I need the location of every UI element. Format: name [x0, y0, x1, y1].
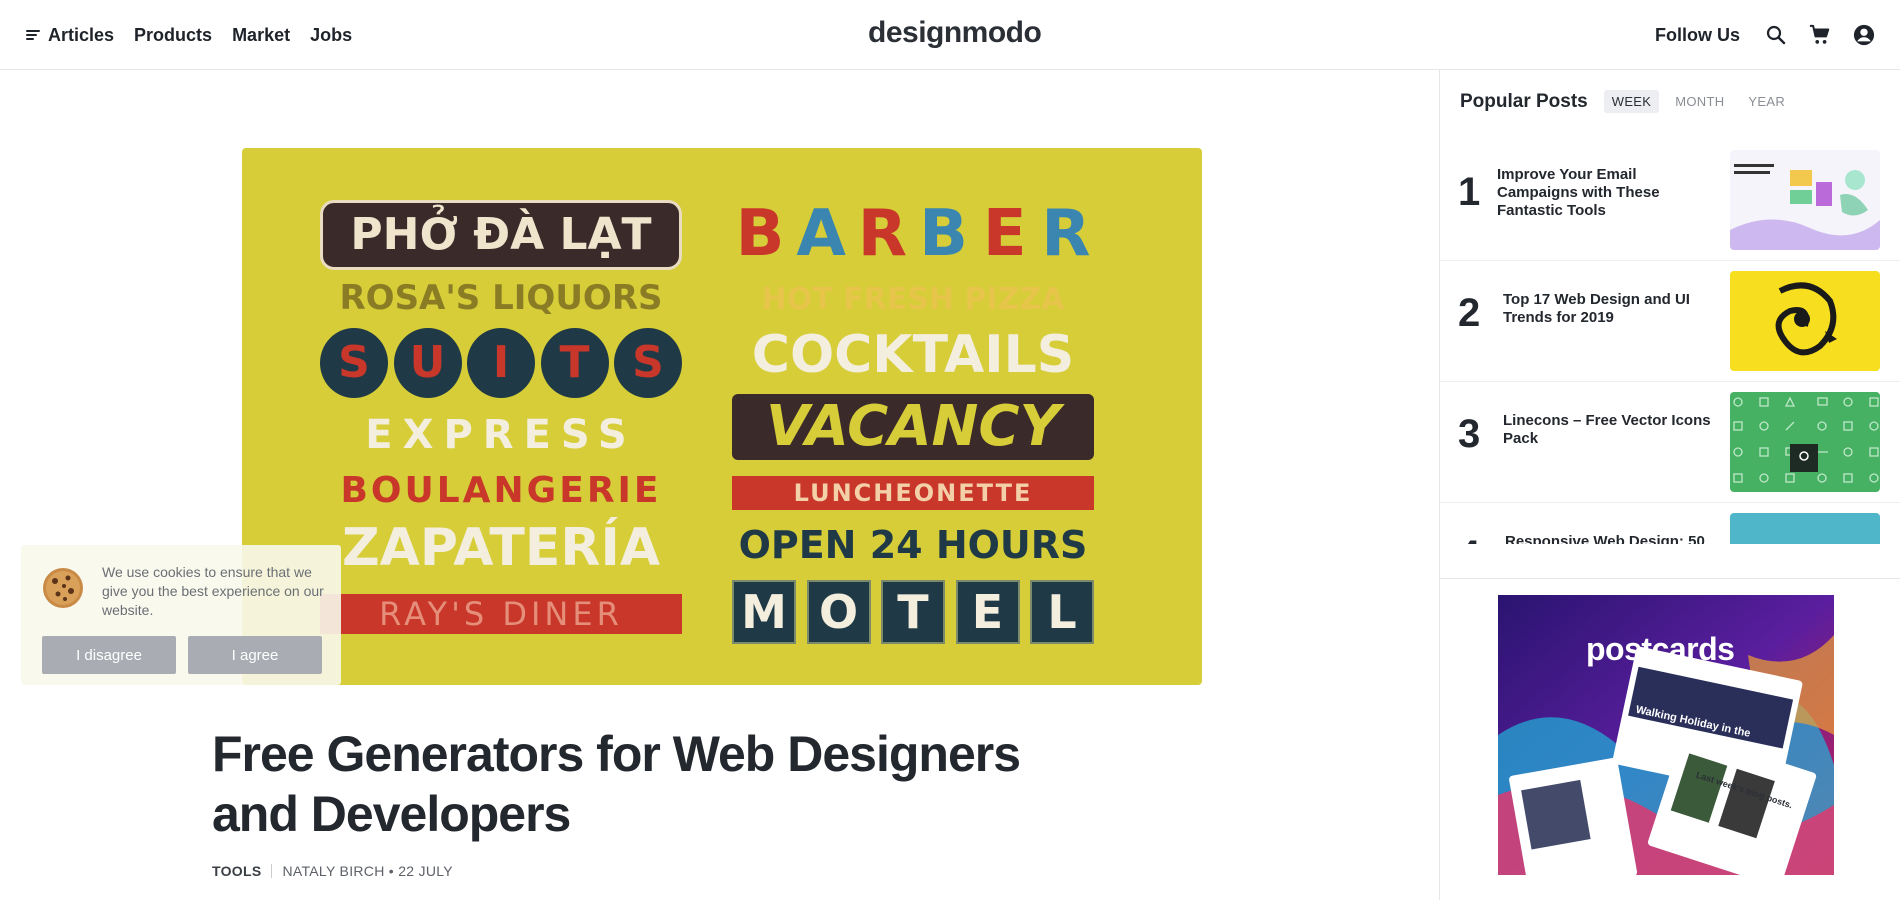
main-nav: Articles Products Market Jobs	[26, 0, 352, 70]
tab-week[interactable]: WEEK	[1603, 90, 1660, 113]
cookie-icon	[42, 567, 84, 609]
barber-letter: R	[1041, 197, 1091, 271]
barber-letter: R	[857, 197, 908, 271]
motel-letter: E	[955, 580, 1020, 644]
sign-barber: B A R B E R	[732, 196, 1094, 272]
sidebar: Popular Posts WEEK MONTH YEAR 1 Improve …	[1439, 70, 1900, 900]
sign-open-24-hours: OPEN 24 HOURS	[738, 523, 1088, 567]
article-title[interactable]: Free Generators for Web Designers and De…	[212, 724, 1112, 844]
ad-brand: postcards	[1586, 631, 1735, 667]
postcards-ad[interactable]: postcards Walking Holiday in the Basque …	[1498, 595, 1834, 875]
cookie-message: We use cookies to ensure that we give yo…	[102, 564, 324, 618]
post-title[interactable]: Responsive Web Design: 50	[1505, 533, 1715, 544]
motel-letter: T	[881, 580, 945, 644]
list-item[interactable]: 4 Responsive Web Design: 50	[1440, 503, 1900, 544]
nav-market-label: Market	[232, 24, 291, 45]
sign-pho-da-lat: PHỞ ĐÀ LẠT	[320, 200, 682, 270]
nav-products-label: Products	[134, 24, 213, 45]
article-category[interactable]: TOOLS	[212, 863, 261, 879]
sign-express: EXPRESS	[365, 412, 637, 458]
nav-jobs[interactable]: Jobs	[310, 25, 352, 46]
motel-letter: M	[732, 580, 796, 644]
motel-letter: O	[806, 580, 871, 644]
suits-letter: I	[467, 328, 535, 398]
nav-products[interactable]: Products	[134, 25, 212, 46]
barber-letter: B	[735, 197, 785, 271]
suits-letter: S	[614, 328, 682, 398]
sidebar-divider	[1440, 578, 1900, 579]
sign-cocktails: COCKTAILS	[751, 325, 1075, 385]
popular-posts-title: Popular Posts	[1460, 90, 1588, 112]
sign-hot-fresh-pizza: HOT FRESH PIZZA	[761, 282, 1065, 317]
header-actions: Follow Us	[1655, 0, 1876, 70]
article-byline: NATALY BIRCH • 22 JULY	[282, 863, 453, 879]
post-rank: 1	[1458, 170, 1481, 214]
site-logo[interactable]: designmodo	[868, 16, 1042, 50]
tab-month[interactable]: MONTH	[1667, 90, 1732, 113]
post-rank: 4	[1458, 533, 1480, 544]
sign-motel: M O T E L	[732, 580, 1094, 644]
suits-letter: S	[320, 328, 388, 398]
sign-boulangerie: BOULANGERIE	[340, 470, 662, 511]
nav-jobs-label: Jobs	[310, 24, 353, 45]
tab-year[interactable]: YEAR	[1740, 90, 1793, 113]
sign-luncheonette: LUNCHEONETTE	[732, 476, 1094, 510]
sign-zapateria: ZAPATERÍA	[341, 518, 661, 578]
suits-letter: U	[393, 328, 462, 398]
post-thumbnail[interactable]	[1730, 150, 1880, 250]
motel-letter: L	[1030, 580, 1094, 644]
list-item[interactable]: 1 Improve Your Email Campaigns with Thes…	[1440, 140, 1900, 261]
sign-rosas-liquors: ROSA'S LIQUORS	[339, 278, 663, 318]
post-thumbnail[interactable]	[1730, 392, 1880, 492]
nav-articles[interactable]: Articles	[26, 25, 114, 46]
suits-letter: T	[540, 328, 609, 398]
cookie-agree-button[interactable]: I agree	[188, 636, 322, 674]
barber-letter: B	[919, 197, 968, 271]
post-thumbnail[interactable]	[1730, 513, 1880, 544]
article-meta: TOOLS NATALY BIRCH • 22 JULY	[212, 863, 453, 879]
post-title[interactable]: Top 17 Web Design and UI Trends for 2019	[1503, 291, 1713, 327]
nav-market[interactable]: Market	[232, 25, 290, 46]
popular-posts-header: Popular Posts WEEK MONTH YEAR	[1460, 90, 1793, 113]
post-rank: 3	[1458, 412, 1481, 456]
menu-icon	[26, 30, 40, 40]
nav-articles-label: Articles	[48, 24, 115, 45]
barber-letter: A	[796, 197, 846, 271]
list-item[interactable]: 3 Linecons – Free Vector Icons Pack	[1440, 382, 1900, 503]
search-icon[interactable]	[1764, 23, 1788, 47]
top-header: Articles Products Market Jobs designmodo…	[0, 0, 1900, 70]
cookie-disagree-button[interactable]: I disagree	[42, 636, 176, 674]
barber-letter: E	[982, 197, 1027, 271]
post-rank: 2	[1458, 291, 1481, 335]
sign-rays-diner: RAY'S DINER	[320, 594, 682, 634]
cookie-banner: We use cookies to ensure that we give yo…	[21, 545, 341, 685]
hero-image[interactable]: PHỞ ĐÀ LẠT ROSA'S LIQUORS S U I T S EXPR…	[242, 148, 1202, 685]
follow-us-link[interactable]: Follow Us	[1655, 25, 1740, 46]
meta-divider	[271, 864, 273, 878]
popular-posts-list: 1 Improve Your Email Campaigns with Thes…	[1440, 140, 1900, 544]
sign-suits: S U I T S	[320, 328, 682, 400]
post-title[interactable]: Linecons – Free Vector Icons Pack	[1503, 412, 1713, 448]
post-thumbnail[interactable]	[1730, 271, 1880, 371]
post-title[interactable]: Improve Your Email Campaigns with These …	[1497, 166, 1707, 220]
cart-icon[interactable]	[1808, 23, 1832, 47]
list-item[interactable]: 2 Top 17 Web Design and UI Trends for 20…	[1440, 261, 1900, 382]
sign-vacancy: VACANCY	[732, 394, 1094, 460]
account-icon[interactable]	[1852, 23, 1876, 47]
